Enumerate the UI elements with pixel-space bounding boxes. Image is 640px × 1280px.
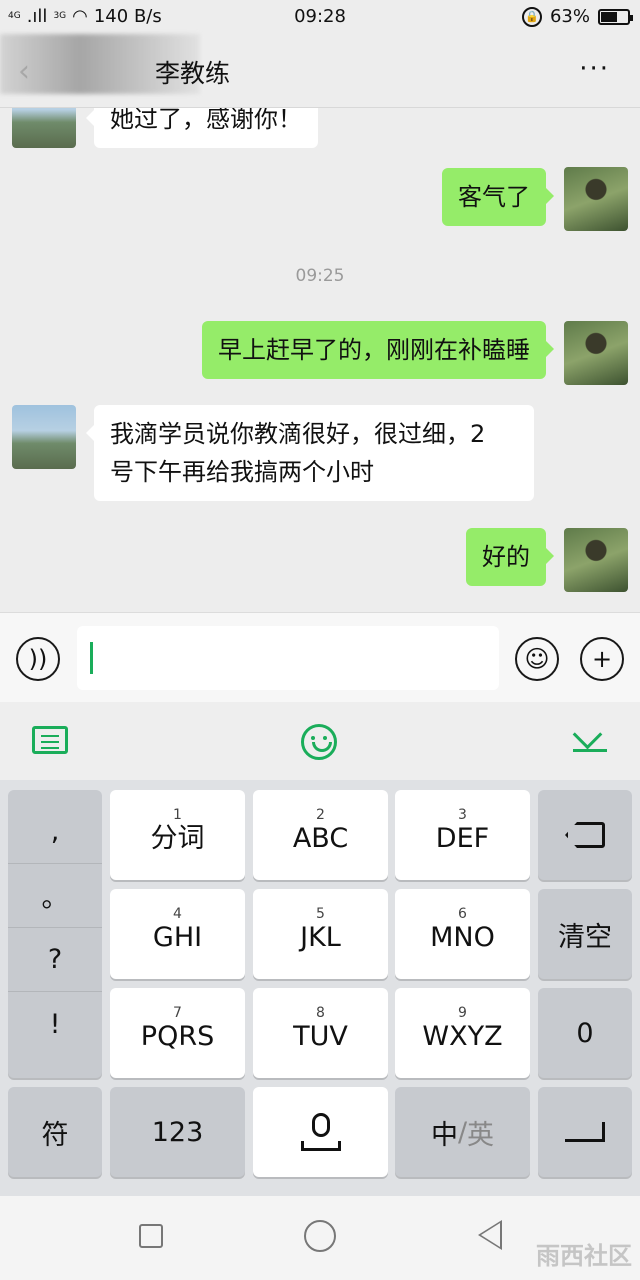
message-bubble-self[interactable]: 早上赶早了的，刚刚在补瞌睡 <box>202 321 554 379</box>
key-number: 6 <box>458 906 467 922</box>
key-label: 分词 <box>150 823 205 854</box>
key-label: MNO <box>430 922 495 953</box>
language-switch-key[interactable]: 中 / 英 <box>395 1087 530 1177</box>
battery-percent: 63% <box>549 6 590 27</box>
key-number: 8 <box>316 1005 325 1021</box>
navigation-bar: 雨西社区 <box>0 1196 640 1280</box>
key-label: PQRS <box>140 1021 215 1052</box>
battery-icon <box>598 8 633 25</box>
chat-header: ‹ 李教练 ··· <box>0 34 640 108</box>
key-number: 4 <box>173 906 182 922</box>
key-6[interactable]: 6 MNO <box>395 889 530 979</box>
key-7[interactable]: 7 PQRS <box>110 988 245 1078</box>
key-number: 9 <box>458 1005 467 1021</box>
recent-apps-icon[interactable] <box>139 1224 163 1248</box>
watermark: 雨西社区 <box>536 1242 632 1270</box>
lang-zh: 中 <box>430 1119 458 1151</box>
avatar[interactable] <box>564 321 628 385</box>
key-8[interactable]: 8 TUV <box>253 988 388 1078</box>
punct-key[interactable]: , <box>8 800 102 864</box>
status-bar: 4G .ıll 3G ◠ 140 B/s 09:28 🔒 63% <box>0 0 640 34</box>
backspace-icon <box>565 822 605 848</box>
key-number: 3 <box>458 807 467 823</box>
avatar[interactable] <box>564 528 628 592</box>
numeric-key[interactable]: 123 <box>110 1087 245 1177</box>
keyboard: , 。 ? ! 1 分词 2 ABC 3 DEF 4 GHI 5 JKL 6 MNO 清空 … <box>0 780 640 1196</box>
clear-key[interactable]: 清空 <box>538 889 632 979</box>
home-icon[interactable] <box>304 1220 336 1252</box>
punct-key[interactable]: 。 <box>8 864 102 928</box>
avatar[interactable] <box>12 405 76 469</box>
text-caret <box>90 642 93 674</box>
emoji-icon[interactable]: ☺ <box>515 637 559 681</box>
battery-fill <box>601 11 618 22</box>
key-5[interactable]: 5 JKL <box>253 889 388 979</box>
message-bubble-self[interactable]: 好的 <box>466 528 554 586</box>
punctuation-column[interactable]: , 。 ? ! <box>8 790 102 1078</box>
avatar[interactable] <box>12 108 76 148</box>
more-button[interactable]: ··· <box>579 54 610 84</box>
key-label: GHI <box>152 922 203 953</box>
back-icon[interactable] <box>478 1220 502 1250</box>
lang-en: 英 <box>467 1119 495 1151</box>
smile-icon[interactable] <box>301 724 337 760</box>
status-right: 🔒 63% <box>521 6 633 27</box>
message-line: 号下午再给我搞两个小时 <box>110 458 374 486</box>
key-label: JKL <box>300 922 341 953</box>
key-number: 1 <box>173 807 182 823</box>
punct-key[interactable]: ? <box>8 928 102 992</box>
ime-toolbar <box>0 702 640 780</box>
zero-key[interactable]: 0 <box>538 988 632 1078</box>
voice-icon[interactable]: )) <box>16 637 60 681</box>
microphone-base <box>300 1141 341 1151</box>
key-number: 7 <box>173 1005 182 1021</box>
key-number: 2 <box>316 807 325 823</box>
plus-button[interactable]: + <box>580 637 624 681</box>
collapse-icon[interactable] <box>573 732 607 752</box>
input-bar: )) ☺ + <box>0 612 640 702</box>
key-number: 5 <box>316 906 325 922</box>
voice-input-key[interactable] <box>253 1087 388 1177</box>
key-4[interactable]: 4 GHI <box>110 889 245 979</box>
message-input[interactable] <box>77 626 499 690</box>
avatar[interactable] <box>564 167 628 231</box>
enter-key[interactable] <box>538 1087 632 1177</box>
message-bubble-self[interactable]: 客气了 <box>442 168 554 226</box>
rotation-lock-icon: 🔒 <box>521 6 542 27</box>
backspace-key[interactable] <box>538 790 632 880</box>
microphone-icon <box>311 1113 330 1137</box>
key-3[interactable]: 3 DEF <box>395 790 530 880</box>
key-1[interactable]: 1 分词 <box>110 790 245 880</box>
key-label: DEF <box>435 823 490 854</box>
punct-key[interactable]: ! <box>8 992 102 1056</box>
keyboard-icon[interactable] <box>32 726 68 754</box>
key-2[interactable]: 2 ABC <box>253 790 388 880</box>
chat-area[interactable]: 她过了，感谢你！ 客气了 09:25 早上赶早了的，刚刚在补瞌睡 我滴学员说你教… <box>0 108 640 612</box>
key-label: ABC <box>292 823 349 854</box>
enter-icon <box>565 1122 605 1142</box>
message-line: 我滴学员说你教滴很好，很过细，2 <box>110 420 486 448</box>
message-bubble-other[interactable]: 我滴学员说你教滴很好，很过细，2 号下午再给我搞两个小时 <box>86 405 534 501</box>
message-timestamp: 09:25 <box>295 266 345 286</box>
key-label: TUV <box>293 1021 348 1052</box>
key-9[interactable]: 9 WXYZ <box>395 988 530 1078</box>
symbol-key[interactable]: 符 <box>8 1087 102 1177</box>
message-bubble-other[interactable]: 她过了，感谢你！ <box>86 108 318 148</box>
contact-name: 李教练 <box>155 59 231 88</box>
key-label: WXYZ <box>422 1021 503 1052</box>
lang-separator: / <box>457 1116 468 1148</box>
